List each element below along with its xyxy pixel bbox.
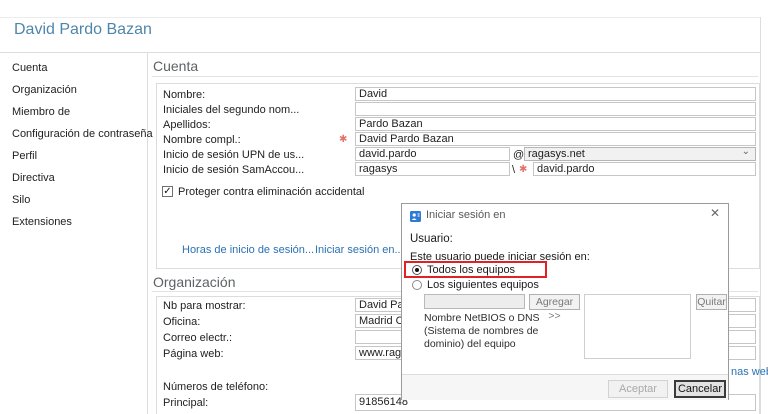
adac-user-properties-window: David Pardo Bazan Cuenta Organización Mi… [0,0,768,414]
chevron-down-icon: ⌄ [742,147,750,158]
upn-domain-dropdown[interactable]: ragasys.net ⌄ [524,147,756,161]
nombre-label: Nombre: [163,89,205,101]
horas-inicio-sesion-link[interactable]: Horas de inicio de sesión... [182,244,314,256]
cuenta-section-header: Cuenta [153,58,198,74]
equipos-listbox[interactable] [584,294,691,359]
nombre-field[interactable]: David [355,87,756,101]
radio-todos-los-equipos[interactable] [412,265,422,275]
iniciar-sesion-en-link[interactable]: Iniciar sesión en... [315,244,404,256]
iniciar-sesion-dialog: Iniciar sesión en ✕ Usuario: Este usuari… [401,203,729,400]
organizacion-section-header: Organización [153,274,236,290]
nombre-compl-label: Nombre compl.: [163,134,241,146]
principal-label: Principal: [163,397,208,409]
iniciales-field[interactable] [355,102,756,116]
correo-label: Correo electr.: [163,332,232,344]
aceptar-button[interactable]: Aceptar [608,380,668,398]
otras-paginas-web-link[interactable]: nas web... [731,366,768,378]
sidebar-divider [147,53,148,414]
telefonos-label: Números de teléfono: [163,381,268,393]
sam-field[interactable]: david.pardo [533,162,756,176]
sidebar-item-miembro-de[interactable]: Miembro de [12,105,70,119]
sam-label: Inicio de sesión SamAccou... [163,164,304,176]
sidebar-item-organizacion[interactable]: Organización [12,83,77,97]
agregar-button[interactable]: Agregar >> [529,294,580,310]
iniciales-label: Iniciales del segundo nom... [163,104,299,116]
page-right-edge [760,17,761,414]
sam-backslash: \ [512,164,515,176]
pagina-web-label: Página web: [163,348,224,360]
sidebar-item-config-contrasena[interactable]: Configuración de contraseña [12,127,153,141]
netbios-help-text: Nombre NetBIOS o DNS (Sistema de nombres… [424,312,544,351]
radio-siguientes-equipos[interactable] [412,280,422,290]
protect-checkbox-label: Proteger contra eliminación accidental [178,186,365,198]
apellidos-label: Apellidos: [163,119,211,131]
required-asterisk-icon: ✱ [519,164,527,175]
radio-todos-label: Todos los equipos [427,264,515,276]
sidebar-item-silo[interactable]: Silo [12,193,30,207]
close-icon[interactable]: ✕ [710,206,720,220]
page-title: David Pardo Bazan [14,21,152,39]
upn-label: Inicio de sesión UPN de us... [163,149,304,161]
dialog-title: Iniciar sesión en [426,209,506,221]
sidebar-item-perfil[interactable]: Perfil [12,149,37,163]
cancelar-button[interactable]: Cancelar [674,380,726,398]
upn-field[interactable]: david.pardo [355,147,510,161]
sidebar-item-extensiones[interactable]: Extensiones [12,215,72,229]
apellidos-field[interactable]: Pardo Bazan [355,117,756,131]
radio-siguientes-label: Los siguientes equipos [427,279,539,291]
nombre-compl-field[interactable]: David Pardo Bazan [355,132,756,146]
top-divider [0,17,761,18]
quitar-button[interactable]: Quitar [696,294,727,310]
oficina-label: Oficina: [163,316,200,328]
usuario-label: Usuario: [410,233,453,245]
title-divider [0,52,761,53]
upn-at-symbol: @ [513,149,524,161]
user-card-icon [410,209,421,220]
required-asterisk-icon: ✱ [339,134,347,145]
sam-domain-field[interactable]: ragasys [355,162,510,176]
equipo-name-input[interactable] [424,294,525,309]
sidebar-item-directiva[interactable]: Directiva [12,171,55,185]
protect-checkbox[interactable]: ✓ [162,186,173,197]
sidebar-item-cuenta[interactable]: Cuenta [12,61,47,75]
cuenta-header-underline [152,76,758,77]
nb-mostrar-label: Nb para mostrar: [163,300,246,312]
